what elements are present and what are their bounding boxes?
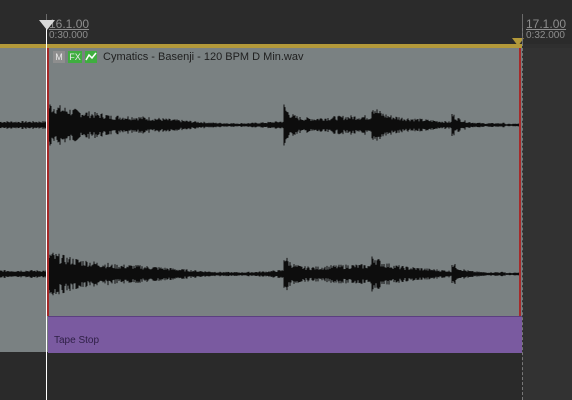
clip-header: M FX Cymatics - Basenji - 120 BPM D Min.…	[53, 50, 304, 64]
bar-marker-16: 16.1.00 0:30.000	[49, 18, 89, 42]
playhead-marker[interactable]	[39, 20, 55, 30]
loop-end-line	[522, 28, 523, 400]
bar-marker-bars: 17.1.00	[526, 17, 567, 31]
effect-label: Tape Stop	[54, 335, 100, 346]
bar-marker-time: 0:32.000	[526, 30, 565, 41]
timeline-ruler[interactable]: 16.1.00 0:30.000 17.1.00 0:32.000	[0, 0, 572, 44]
empty-track-area-lower	[0, 352, 522, 400]
envelope-icon[interactable]	[85, 51, 97, 63]
clip-name: Cymatics - Basenji - 120 BPM D Min.wav	[103, 51, 304, 63]
audio-clip[interactable]	[47, 48, 521, 316]
bar-marker-bars: 16.1.00	[49, 17, 90, 31]
clip-mute-button[interactable]: M	[53, 51, 65, 63]
bar-marker-17: 17.1.00 0:32.000	[526, 18, 566, 42]
clip-fx-button[interactable]: FX	[68, 51, 82, 63]
empty-track-area	[522, 48, 572, 400]
bar-marker-time: 0:30.000	[49, 30, 88, 41]
effect-lane-tape-stop[interactable]: Tape Stop	[48, 316, 522, 353]
playhead-line[interactable]	[46, 28, 47, 400]
